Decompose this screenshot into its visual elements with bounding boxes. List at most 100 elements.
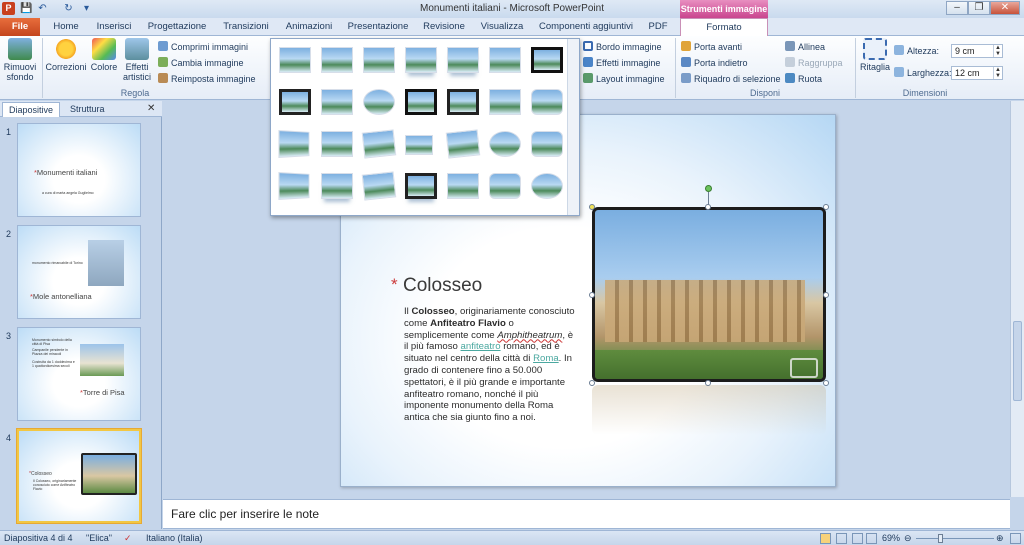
language[interactable]: Italiano (Italia) xyxy=(146,533,203,543)
style-bevel-oval[interactable] xyxy=(489,131,521,157)
link-anfiteatro[interactable]: anfiteatro xyxy=(461,341,501,352)
colosseo-picture[interactable] xyxy=(592,207,826,382)
zoom-out-icon[interactable]: ⊖ xyxy=(904,533,912,544)
style-soft-oval[interactable] xyxy=(489,47,521,73)
zoom-in-icon[interactable]: ⊕ xyxy=(996,533,1004,544)
altezza-input[interactable]: 9 cm ▲ ▼ xyxy=(951,44,1003,58)
resize-handle-left[interactable] xyxy=(589,292,595,298)
style-reflected-bevel[interactable] xyxy=(321,173,353,199)
style-metal-frame[interactable] xyxy=(447,173,479,199)
style-rotated-frame[interactable] xyxy=(361,171,397,201)
porta-indietro-button[interactable]: Porta indietro xyxy=(681,56,748,70)
vertical-scrollbar[interactable] xyxy=(1010,101,1024,497)
riquadro-selezione-button[interactable]: Riquadro di selezione xyxy=(681,72,781,86)
tab-animazioni[interactable]: Animazioni xyxy=(282,18,336,36)
tab-pdf[interactable]: PDF xyxy=(644,18,672,36)
style-bevel-rectangle[interactable] xyxy=(531,131,563,157)
tab-transizioni[interactable]: Transizioni xyxy=(218,18,274,36)
style-simple-frame[interactable] xyxy=(279,47,311,73)
tab-struttura[interactable]: Struttura xyxy=(64,102,111,117)
slideshow-icon[interactable] xyxy=(866,533,877,544)
style-perspective-left[interactable] xyxy=(278,130,310,158)
tab-formato[interactable]: Formato xyxy=(680,18,768,37)
link-roma[interactable]: Roma xyxy=(533,353,559,364)
tab-visualizza[interactable]: Visualizza xyxy=(476,18,528,36)
layout-immagine-button[interactable]: Layout immagine xyxy=(583,72,665,86)
style-black-frame-selected[interactable] xyxy=(531,47,563,73)
comprimi-immagini-button[interactable]: Comprimi immagini xyxy=(158,40,248,54)
notes-placeholder[interactable]: Fare clic per inserire le note xyxy=(171,507,319,521)
resize-handle-bottom-right[interactable] xyxy=(823,380,829,386)
style-black-rounded[interactable] xyxy=(447,89,479,115)
slide-thumbnail-1[interactable]: *Monumenti italiani a cura di marta ange… xyxy=(17,123,141,217)
spinner-arrows-icon[interactable]: ▲ ▼ xyxy=(993,67,1002,79)
allinea-button[interactable]: Allinea xyxy=(785,40,825,54)
maximize-button[interactable]: ❐ xyxy=(968,1,990,15)
style-double-frame[interactable] xyxy=(405,89,437,115)
fit-to-window-icon[interactable] xyxy=(1010,533,1021,544)
notes-pane[interactable]: Fare clic per inserire le note xyxy=(163,499,1010,529)
pane-close-icon[interactable]: ✕ xyxy=(147,103,155,114)
picture-styles-gallery[interactable] xyxy=(270,38,580,216)
raggruppa-button[interactable]: Raggruppa xyxy=(785,56,843,70)
zoom-level[interactable]: 69% xyxy=(882,533,900,543)
close-button[interactable]: ✕ xyxy=(990,1,1020,15)
rimuovi-sfondo-button[interactable]: Rimuovi sfondo xyxy=(2,38,38,82)
porta-avanti-button[interactable]: Porta avanti xyxy=(681,40,742,54)
style-shadow[interactable] xyxy=(363,47,395,73)
reading-view-icon[interactable] xyxy=(852,533,863,544)
tab-file[interactable]: File xyxy=(0,18,40,36)
scroll-thumb[interactable] xyxy=(1013,321,1022,401)
style-reflected-soft[interactable] xyxy=(447,47,479,73)
style-relaxed-perspective[interactable] xyxy=(278,172,310,200)
style-oval[interactable] xyxy=(363,89,395,115)
style-perspective-shadow[interactable] xyxy=(445,129,481,159)
style-center-shadow[interactable] xyxy=(489,89,521,115)
ruota-button[interactable]: Ruota xyxy=(785,72,822,86)
minimize-button[interactable]: – xyxy=(946,1,968,15)
tab-diapositive[interactable]: Diapositive xyxy=(2,102,61,117)
zoom-slider-thumb[interactable] xyxy=(938,534,943,543)
bordo-immagine-button[interactable]: Bordo immagine xyxy=(583,40,662,54)
slide-thumbnail-2[interactable]: monumento rimarcabile di Torino *Mole an… xyxy=(17,225,141,319)
tab-home[interactable]: Home xyxy=(48,18,84,36)
cambia-immagine-button[interactable]: Cambia immagine xyxy=(158,56,244,70)
style-rotated-white[interactable] xyxy=(361,129,397,159)
slide-sorter-icon[interactable] xyxy=(836,533,847,544)
slide-thumbnail-4[interactable]: *Colosseo Il Colosseo, originariamente c… xyxy=(17,429,141,523)
colore-button[interactable]: Colore xyxy=(88,38,120,82)
style-rounded[interactable] xyxy=(531,89,563,115)
ritaglia-button[interactable]: Ritaglia xyxy=(858,38,892,82)
style-soft-edge[interactable] xyxy=(321,47,353,73)
gallery-scrollbar[interactable] xyxy=(567,39,579,215)
style-metal-rounded[interactable] xyxy=(489,173,521,199)
style-bevel[interactable] xyxy=(321,131,353,157)
zoom-slider[interactable] xyxy=(916,538,994,539)
style-reflected[interactable] xyxy=(405,47,437,73)
resize-handle-top-right[interactable] xyxy=(823,204,829,210)
style-small-frame[interactable] xyxy=(405,135,433,155)
style-thick-matte[interactable] xyxy=(279,89,311,115)
resize-handle-bottom[interactable] xyxy=(705,380,711,386)
effetti-immagine-button[interactable]: Effetti immagine xyxy=(583,56,660,70)
spellcheck-icon[interactable]: ✓ xyxy=(124,533,132,544)
tab-progettazione[interactable]: Progettazione xyxy=(144,18,210,36)
style-drop-shadow[interactable] xyxy=(321,89,353,115)
slide-body-text[interactable]: Il Colosseo, originariamente conosciuto … xyxy=(404,306,579,424)
reimposta-immagine-button[interactable]: Reimposta immagine xyxy=(158,72,256,86)
resize-handle-top-left[interactable] xyxy=(589,204,595,210)
tab-presentazione[interactable]: Presentazione xyxy=(344,18,412,36)
resize-handle-right[interactable] xyxy=(823,292,829,298)
tab-componenti-aggiuntivi[interactable]: Componenti aggiuntivi xyxy=(536,18,636,36)
tab-revisione[interactable]: Revisione xyxy=(420,18,468,36)
normal-view-icon[interactable] xyxy=(820,533,831,544)
slide-thumbnail-3[interactable]: Monumento simbolo della città di Pisa Ca… xyxy=(17,327,141,421)
style-metal-oval[interactable] xyxy=(531,173,563,199)
style-reflected-black[interactable] xyxy=(405,173,437,199)
larghezza-input[interactable]: 12 cm ▲ ▼ xyxy=(951,66,1003,80)
slide-title[interactable]: Colosseo xyxy=(403,275,482,297)
resize-handle-bottom-left[interactable] xyxy=(589,380,595,386)
effetti-artistici-button[interactable]: Effetti artistici xyxy=(120,38,154,82)
tab-inserisci[interactable]: Inserisci xyxy=(92,18,136,36)
rotation-handle[interactable] xyxy=(705,185,712,192)
